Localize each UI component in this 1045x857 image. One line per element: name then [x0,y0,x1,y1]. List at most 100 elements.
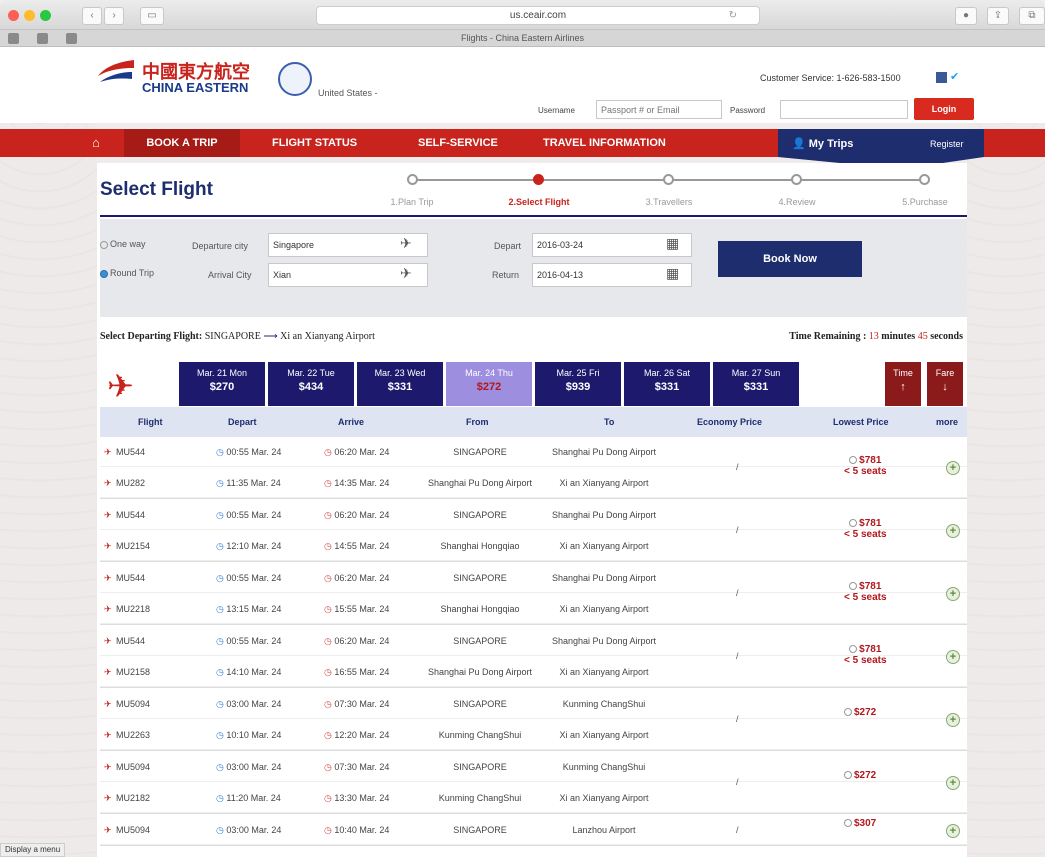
sort-by-time-button[interactable]: Time ↑ [885,362,921,406]
date-option[interactable]: Mar. 27 Sun $331 [713,362,799,406]
sidebar-icon[interactable]: ▭ [140,7,164,25]
round-trip-radio[interactable] [100,269,108,278]
login-button[interactable]: Login [914,98,974,120]
sort-by-fare-button[interactable]: Fare ↓ [927,362,963,406]
table-row[interactable]: ✈ MU544 ◷ 00:55 Mar. 24 ◷ 06:20 Mar. 24 SING… [100,626,967,656]
fare-radio[interactable] [849,645,858,654]
date-label: Mar. 22 Tue [287,368,335,378]
twitter-icon[interactable]: ✔ [950,70,959,83]
lowest-price-option[interactable]: $781 < 5 seats [844,455,887,477]
flight-group: ✈ MU5094 ◷ 03:00 Mar. 24 ◷ 07:30 Mar. 24 SIN… [100,689,967,751]
tab-title[interactable]: Flights - China Eastern Airlines [461,33,584,43]
date-option[interactable]: Mar. 25 Fri $939 [535,362,621,406]
lowest-price-option[interactable]: $781 < 5 seats [844,518,887,540]
password-input[interactable] [780,100,908,119]
clock-icon: ◷ [324,636,332,646]
expand-plus-icon[interactable]: + [946,461,960,475]
date-price: $270 [209,381,235,393]
cell-to-text: Shanghai Pu Dong Airport [551,510,657,520]
date-option[interactable]: Mar. 24 Thu $272 [446,362,532,406]
fare-radio[interactable] [844,708,852,717]
step-circle [407,174,418,185]
facebook-icon[interactable] [936,72,947,83]
table-row[interactable]: ✈ MU2158 ◷ 14:10 Mar. 24 ◷ 16:55 Mar. 24 Sha… [100,657,967,687]
calendar-icon[interactable]: ▦ [666,235,679,252]
fare-radio[interactable] [849,456,858,465]
date-option[interactable]: Mar. 22 Tue $434 [268,362,354,406]
back-icon[interactable]: ‹ [82,7,102,25]
table-row[interactable]: ✈ MU2263 ◷ 10:10 Mar. 24 ◷ 12:20 Mar. 24 Kun… [100,720,967,750]
country-selector[interactable]: United States - [318,88,378,98]
table-row[interactable]: ✈ MU2218 ◷ 13:15 Mar. 24 ◷ 15:55 Mar. 24 Sha… [100,594,967,624]
fare-radio[interactable] [849,519,858,528]
table-row[interactable]: ✈ MU544 ◷ 00:55 Mar. 24 ◷ 06:20 Mar. 24 SING… [100,500,967,530]
table-row[interactable]: ✈ MU5094 ◷ 03:00 Mar. 24 ◷ 10:40 Mar. 24 SIN… [100,815,967,845]
close-window-icon[interactable] [8,10,19,21]
lowest-price-option[interactable]: $272 [844,770,876,781]
date-option[interactable]: Mar. 26 Sat $331 [624,362,710,406]
expand-plus-icon[interactable]: + [946,587,960,601]
table-row[interactable]: ✈ MU544 ◷ 00:55 Mar. 24 ◷ 06:20 Mar. 24 SING… [100,563,967,593]
cell-to-text: Xi an Xianyang Airport [559,667,649,677]
round-trip-option[interactable]: Round Trip [100,268,154,278]
date-label: Mar. 25 Fri [556,368,600,378]
book-now-button[interactable]: Book Now [718,241,862,277]
nav-flight-status[interactable]: FLIGHT STATUS [272,129,357,157]
lowest-price-option[interactable]: $272 [844,707,876,718]
expand-plus-icon[interactable]: + [946,713,960,727]
table-row[interactable]: ✈ MU5094 ◷ 03:00 Mar. 24 ◷ 07:30 Mar. 24 SIN… [100,752,967,782]
expand-plus-icon[interactable]: + [946,524,960,538]
username-input[interactable] [596,100,722,119]
expand-plus-icon[interactable]: + [946,776,960,790]
lowest-price-option[interactable]: $307 [844,818,876,829]
minimize-window-icon[interactable] [24,10,35,21]
reload-icon[interactable]: ↻ [729,7,737,24]
register-link[interactable]: Register [930,139,964,149]
fare-radio[interactable] [849,582,858,591]
bookmark-icon[interactable] [8,33,19,44]
date-price: $272 [476,381,502,393]
seats-remaining: < 5 seats [844,529,887,540]
china-eastern-logo-icon[interactable] [96,56,136,90]
cell-depart: ◷ 14:10 Mar. 24 [216,667,316,678]
bookmark-icon[interactable] [37,33,48,44]
nav-book-a-trip[interactable]: BOOK A TRIP [124,129,240,157]
expand-plus-icon[interactable]: + [946,650,960,664]
cell-from-text: SINGAPORE [453,636,507,646]
nav-travel-information[interactable]: TRAVEL INFORMATION [543,129,666,157]
title-underline [100,215,967,217]
cell-flight-text: MU544 [116,510,146,520]
table-row[interactable]: ✈ MU5094 ◷ 03:00 Mar. 24 ◷ 07:30 Mar. 24 SIN… [100,689,967,719]
privacy-icon[interactable]: ● [955,7,977,25]
date-option[interactable]: Mar. 23 Wed $331 [357,362,443,406]
my-trips-link[interactable]: 👤 My Trips [792,137,853,150]
cell-arrive-text: 10:40 Mar. 24 [334,825,390,835]
zoom-window-icon[interactable] [40,10,51,21]
clock-icon: ◷ [216,636,224,646]
cell-depart-text: 03:00 Mar. 24 [226,762,282,772]
table-row[interactable]: ✈ MU2182 ◷ 11:20 Mar. 24 ◷ 13:30 Mar. 24 Kun… [100,783,967,813]
tabs-icon[interactable]: ⧉ [1019,7,1045,25]
share-icon[interactable]: ⇪ [987,7,1009,25]
arrival-city-label: Arrival City [208,270,252,280]
one-way-radio[interactable] [100,240,108,249]
fare-radio[interactable] [844,771,852,780]
one-way-option[interactable]: One way [100,239,146,249]
table-row[interactable]: ✈ MU2154 ◷ 12:10 Mar. 24 ◷ 14:55 Mar. 24 Sha… [100,531,967,561]
nav-self-service[interactable]: SELF-SERVICE [418,129,498,157]
home-icon[interactable]: ⌂ [92,129,100,157]
table-row[interactable]: ✈ MU282 ◷ 11:35 Mar. 24 ◷ 14:35 Mar. 24 Shan… [100,468,967,498]
table-row[interactable]: ✈ MU544 ◷ 00:55 Mar. 24 ◷ 06:20 Mar. 24 SING… [100,437,967,467]
expand-plus-icon[interactable]: + [946,823,960,838]
cell-arrive-text: 06:20 Mar. 24 [334,636,390,646]
calendar-icon[interactable]: ▦ [666,265,679,282]
fare-radio[interactable] [844,818,852,827]
address-bar[interactable]: us.ceair.com ↻ [316,6,760,25]
lowest-price-option[interactable]: $781 < 5 seats [844,644,887,666]
cell-to: Shanghai Pu Dong Airport [544,573,664,583]
lowest-price: $781 [859,581,882,592]
lowest-price-option[interactable]: $781 < 5 seats [844,581,887,603]
forward-icon[interactable]: › [104,7,124,25]
bookmark-icon[interactable] [66,33,77,44]
date-option[interactable]: Mar. 21 Mon $270 [179,362,265,406]
